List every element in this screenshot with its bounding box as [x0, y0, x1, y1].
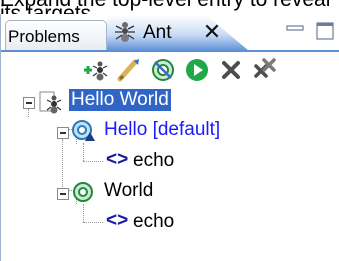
tree-item-task[interactable]: <> echo — [1, 209, 339, 239]
tree-item-target[interactable]: Hello [default] — [1, 117, 339, 147]
tab-bar: Problems Ant ✕ — [1, 14, 339, 51]
collapse-toggle[interactable] — [57, 188, 69, 200]
collapse-toggle[interactable] — [23, 97, 35, 109]
remove-icon[interactable] — [217, 56, 245, 84]
add-with-search-icon[interactable] — [115, 56, 143, 84]
tab-problems[interactable]: Problems — [5, 20, 107, 50]
ant-tree: Hello World Hello [default] <> echo Worl… — [1, 86, 339, 261]
tree-item-target[interactable]: World — [1, 178, 339, 208]
task-icon: <> — [106, 149, 129, 170]
tree-item-task[interactable]: <> echo — [1, 148, 339, 178]
run-icon[interactable] — [183, 56, 211, 84]
tab-problems-label: Problems — [8, 27, 80, 46]
target-icon — [73, 182, 93, 202]
task-label: echo — [133, 211, 175, 232]
hide-internal-targets-icon[interactable] — [149, 56, 177, 84]
ant-view-panel: Problems Ant ✕ Hello World Hello [defaul… — [0, 14, 339, 261]
target-label: World — [104, 180, 154, 201]
instruction-caption: Expand the top-level entry to reveal its… — [0, 0, 330, 14]
task-label: echo — [133, 150, 175, 171]
project-label: Hello World — [69, 89, 171, 111]
maximize-icon[interactable] — [314, 20, 336, 42]
target-label: Hello [default] — [104, 119, 221, 140]
task-icon: <> — [106, 210, 129, 231]
add-buildfiles-icon[interactable] — [81, 56, 109, 84]
tab-ant-label: Ant — [143, 22, 172, 43]
close-icon[interactable]: ✕ — [200, 20, 224, 44]
view-toolbar — [1, 52, 339, 86]
default-target-icon — [72, 120, 95, 141]
collapse-toggle[interactable] — [57, 127, 69, 139]
buildfile-icon — [39, 91, 62, 114]
remove-all-icon[interactable] — [251, 56, 279, 84]
minimize-icon[interactable] — [284, 21, 306, 43]
tree-item-project[interactable]: Hello World — [1, 88, 339, 118]
ant-icon — [115, 22, 135, 42]
